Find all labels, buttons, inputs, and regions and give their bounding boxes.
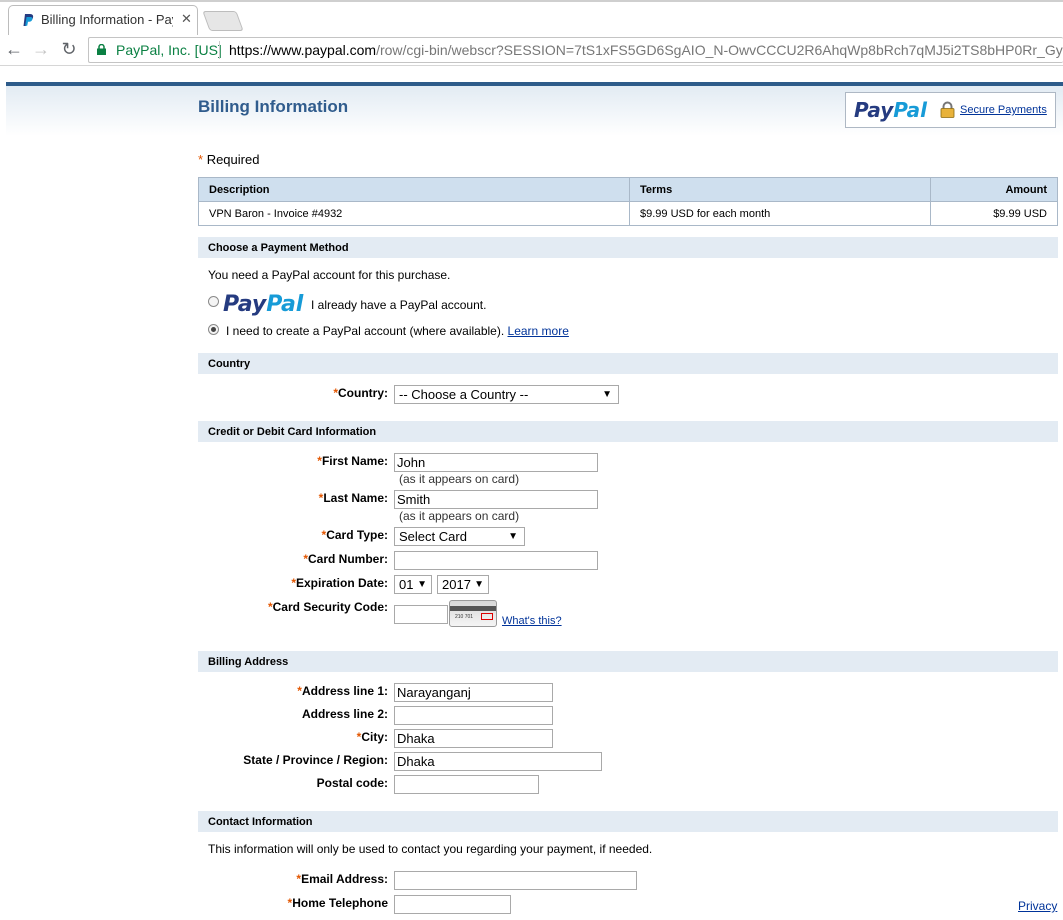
contact-note: This information will only be used to co… [208,842,653,856]
card-number-field[interactable] [394,551,598,570]
section-card-info: Credit or Debit Card Information [198,420,1058,442]
first-name-field[interactable]: John [394,453,598,472]
paypal-logo: PayPal [854,98,928,122]
chevron-down-icon: ▼ [417,579,427,590]
required-note: * Required [198,152,259,167]
phone-field[interactable] [394,895,511,914]
city-label: *City: [356,730,388,744]
exp-month-select[interactable]: 01 ▼ [394,575,432,594]
radio-have-account[interactable] [208,296,219,307]
option-create-text: I need to create a PayPal account (where… [226,324,505,338]
learn-more-link[interactable]: Learn more [508,324,569,338]
postal-label: Postal code: [316,776,388,790]
address1-label: *Address line 1: [297,684,388,698]
last-name-label: *Last Name: [318,491,388,505]
chevron-down-icon: ▼ [508,531,518,542]
card-security-code-icon: 210 701 [449,600,497,627]
tab-close-icon[interactable]: ✕ [181,11,192,27]
url-host: https://www.paypal.com [229,42,377,58]
paypal-logo-radio: PayPal [223,292,304,317]
back-arrow-icon[interactable]: ← [3,38,25,60]
address-bar[interactable]: PayPal, Inc. [US] https://www.paypal.com… [88,37,1063,63]
padlock-icon [940,101,955,118]
browser-toolbar: ← → ↻ PayPal, Inc. [US] https://www.payp… [0,35,1063,66]
secure-payments-link[interactable]: Secure Payments [960,104,1047,116]
last-name-hint: (as it appears on card) [399,509,520,523]
address2-label: Address line 2: [301,707,388,721]
tab-strip: Billing Information - PayPal ✕ [0,0,1063,35]
page-title: Billing Information [198,97,349,116]
option-have-account: I already have a PayPal account. [311,298,487,312]
option-create-account: I need to create a PayPal account (where… [226,324,569,338]
column-header-terms: Terms [629,177,931,202]
item-description: VPN Baron - Invoice #4932 [198,201,630,226]
privacy-link[interactable]: Privacy [1018,899,1057,913]
csc-field[interactable] [394,605,448,624]
paypal-secure-badge: PayPal Secure Payments [845,92,1056,128]
phone-label: *Home Telephone [287,896,388,910]
last-name-field[interactable]: Smith [394,490,598,509]
url-text: https://www.paypal.com/row/cgi-bin/websc… [229,42,1063,58]
section-country: Country [198,352,1058,374]
section-billing-address: Billing Address [198,650,1058,672]
address2-field[interactable] [394,706,553,725]
first-name-hint: (as it appears on card) [399,472,520,486]
chevron-down-icon: ▼ [474,579,484,590]
required-star: * [198,152,204,167]
item-amount: $9.99 USD [930,201,1058,226]
required-text: Required [206,152,260,167]
item-terms: $9.99 USD for each month [629,201,931,226]
column-header-amount: Amount [930,177,1058,202]
whats-this-link[interactable]: What's this? [502,615,562,627]
table-row: VPN Baron - Invoice #4932 $9.99 USD for … [198,201,1058,226]
tab-title: Billing Information - PayPal [41,12,173,27]
items-table: Description Terms Amount VPN Baron - Inv… [198,177,1058,226]
state-label: State / Province / Region: [243,753,388,767]
url-path: /row/cgi-bin/webscr?SESSION=7tS1xFS5GD6S… [376,42,1063,58]
payment-intro: You need a PayPal account for this purch… [208,268,451,282]
exp-year-select[interactable]: 2017 ▼ [437,575,489,594]
country-select[interactable]: -- Choose a Country -- ▼ [394,385,619,404]
country-label: *Country: [333,386,388,400]
card-type-label: *Card Type: [321,528,388,542]
card-number-label: *Card Number: [303,552,388,566]
postal-field[interactable] [394,775,539,794]
address1-field[interactable]: Narayanganj [394,683,553,702]
first-name-label: *First Name: [317,454,388,468]
section-contact-info: Contact Information [198,810,1058,832]
email-label: *Email Address: [296,872,388,886]
state-field[interactable]: Dhaka [394,752,602,771]
site-identity: PayPal, Inc. [US] [116,42,222,58]
omnibox-divider [219,41,220,59]
browser-tab[interactable]: Billing Information - PayPal ✕ [8,5,198,35]
reload-icon[interactable]: ↻ [58,38,80,60]
expiration-label: *Expiration Date: [291,576,388,590]
csc-label: *Card Security Code: [267,600,388,614]
city-field[interactable]: Dhaka [394,729,553,748]
lock-icon [97,44,106,55]
radio-create-account[interactable] [208,324,219,335]
column-header-description: Description [198,177,630,202]
items-header-row: Description Terms Amount [198,177,1058,202]
section-payment-method: Choose a Payment Method [198,236,1058,258]
chevron-down-icon: ▼ [602,389,612,400]
paypal-favicon-icon [23,14,34,26]
card-type-select[interactable]: Select Card ▼ [394,527,525,546]
forward-arrow-icon[interactable]: → [30,38,52,60]
email-field[interactable] [394,871,637,890]
new-tab-button[interactable] [202,11,244,31]
